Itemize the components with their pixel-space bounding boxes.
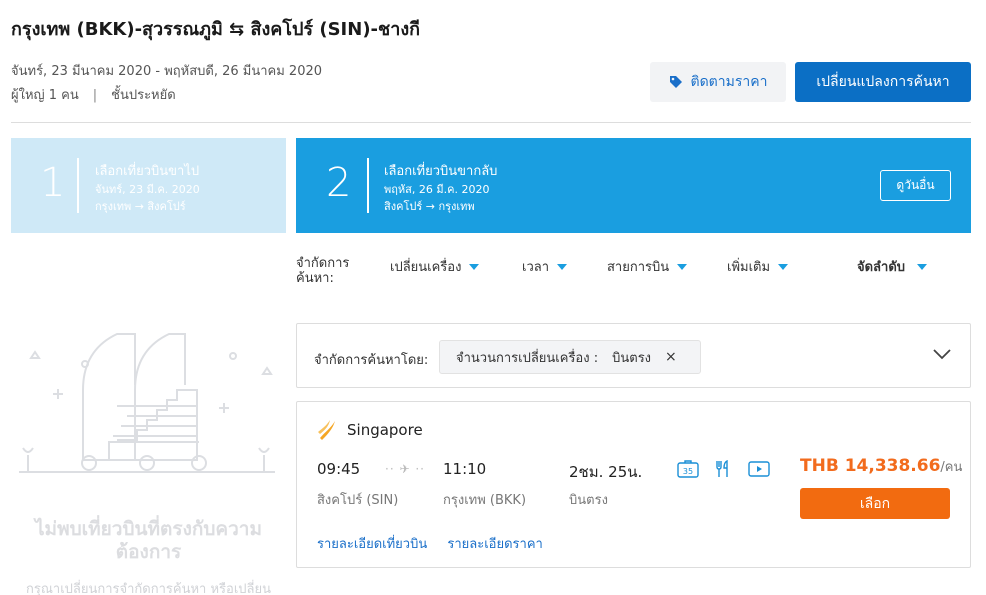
filter-stops[interactable]: เปลี่ยนเครื่อง — [390, 256, 480, 277]
filter-more[interactable]: เพิ่มเติม — [727, 256, 789, 277]
departure-time: 09:45 — [317, 460, 361, 478]
filter-bar: จำกัดการค้นหา: เปลี่ยนเครื่อง เวลา สายกา… — [296, 256, 976, 302]
departure-city: สิงคโปร์ (SIN) — [317, 493, 399, 508]
caret-down-icon — [778, 263, 789, 270]
arrival-time: 11:10 — [443, 460, 487, 478]
sort-label: จัดลำดับ — [857, 260, 906, 275]
flight-details-link[interactable]: รายละเอียดเที่ยวบิน — [317, 537, 427, 552]
filter-airline-label: สายการบิน — [607, 260, 670, 275]
singapore-airlines-logo-icon — [318, 420, 335, 440]
active-filters-label: จำกัดการค้นหาโดย: — [314, 353, 429, 368]
step-divider — [77, 158, 79, 213]
filter-stops-label: เปลี่ยนเครื่อง — [390, 260, 462, 275]
price-details-link[interactable]: รายละเอียดราคา — [447, 537, 542, 552]
passenger-info: ผู้ใหญ่ 1 คน | ชั้นประหยัด — [11, 84, 176, 105]
empty-state-subtitle: กรุณาเปลี่ยนการจำกัดการค้นหา หรือเปลี่ยน — [25, 582, 272, 595]
filter-label: จำกัดการค้นหา: — [296, 256, 350, 286]
step-number: 1 — [40, 160, 66, 206]
passenger-count: ผู้ใหญ่ 1 คน — [11, 88, 79, 103]
empty-state-title: ไม่พบเที่ยวบินที่ตรงกับความต้องการ — [34, 518, 263, 563]
caret-down-icon — [557, 263, 568, 270]
remove-filter-icon[interactable]: × — [665, 349, 677, 365]
step-title: เลือกเที่ยวบินขากลับ — [384, 164, 498, 179]
divider — [11, 122, 971, 123]
filter-time-label: เวลา — [522, 260, 550, 275]
other-days-button[interactable]: ดูวันอื่น — [880, 170, 951, 201]
caret-down-icon — [469, 263, 480, 270]
plane-icon: ·· ✈ ·· — [385, 462, 425, 476]
boarding-stairs-illustration — [19, 333, 275, 473]
track-price-label: ติดตามราคา — [690, 74, 768, 90]
route-title: กรุงเทพ (BKK)-สุวรรณภูมิ ⇆ สิงคโปร์ (SIN… — [11, 19, 421, 40]
step-date: จันทร์, 23 มี.ค. 2020 — [95, 183, 200, 196]
price: THB 14,338.66/คน — [800, 456, 962, 477]
detail-links: รายละเอียดเที่ยวบิน รายละเอียดราคา — [317, 533, 559, 554]
tag-icon — [669, 76, 682, 88]
cabin-class: ชั้นประหยัด — [111, 88, 176, 103]
step-date: พฤหัส, 26 มี.ค. 2020 — [384, 183, 490, 196]
step-number: 2 — [326, 160, 352, 206]
meal-icon[interactable] — [715, 460, 731, 478]
select-flight-button[interactable]: เลือก — [800, 488, 950, 519]
track-price-button[interactable]: ติดตามราคา — [650, 62, 786, 102]
sort-dropdown[interactable]: จัดลำดับ — [857, 256, 928, 277]
filter-time[interactable]: เวลา — [522, 256, 568, 277]
change-search-button[interactable]: เปลี่ยนแปลงการค้นหา — [795, 62, 971, 102]
baggage-icon[interactable]: 35 — [677, 460, 699, 478]
baggage-allowance: 35 — [683, 467, 693, 476]
flight-result-card: Singapore 09:45 ·· ✈ ·· 11:10 2ชม. 25น. … — [296, 401, 971, 568]
filter-more-label: เพิ่มเติม — [727, 260, 771, 275]
step-divider — [367, 158, 369, 213]
active-filters-panel: จำกัดการค้นหาโดย: จำนวนการเปลี่ยนเครื่อง… — [296, 323, 971, 388]
step-outbound[interactable]: 1 เลือกเที่ยวบินขาไป จันทร์, 23 มี.ค. 20… — [11, 138, 286, 233]
step-title: เลือกเที่ยวบินขาไป — [95, 164, 200, 179]
caret-down-icon — [677, 263, 688, 270]
step-route: สิงคโปร์ → กรุงเทพ — [384, 200, 475, 213]
chip-value: บินตรง — [612, 350, 652, 366]
chip-key: จำนวนการเปลี่ยนเครื่อง : — [456, 350, 599, 366]
separator: | — [92, 88, 98, 103]
flight-duration: 2ชม. 25น. — [569, 463, 643, 481]
step-route: กรุงเทพ → สิงคโปร์ — [95, 200, 186, 213]
caret-down-icon — [917, 263, 928, 270]
chevron-down-icon[interactable] — [932, 348, 952, 360]
airline: Singapore — [317, 418, 423, 442]
travel-dates: จันทร์, 23 มีนาคม 2020 - พฤหัสบดี, 26 มี… — [11, 64, 323, 79]
entertainment-icon[interactable] — [748, 460, 770, 478]
airline-name: Singapore — [347, 421, 423, 439]
filter-airline[interactable]: สายการบิน — [607, 256, 688, 277]
filter-chip: จำนวนการเปลี่ยนเครื่อง : บินตรง × — [439, 340, 701, 374]
step-return: 2 เลือกเที่ยวบินขากลับ พฤหัส, 26 มี.ค. 2… — [296, 138, 971, 233]
arrival-city: กรุงเทพ (BKK) — [443, 493, 527, 508]
price-unit: /คน — [940, 460, 963, 475]
price-amount: THB 14,338.66 — [800, 456, 941, 476]
stops: บินตรง — [569, 493, 608, 508]
